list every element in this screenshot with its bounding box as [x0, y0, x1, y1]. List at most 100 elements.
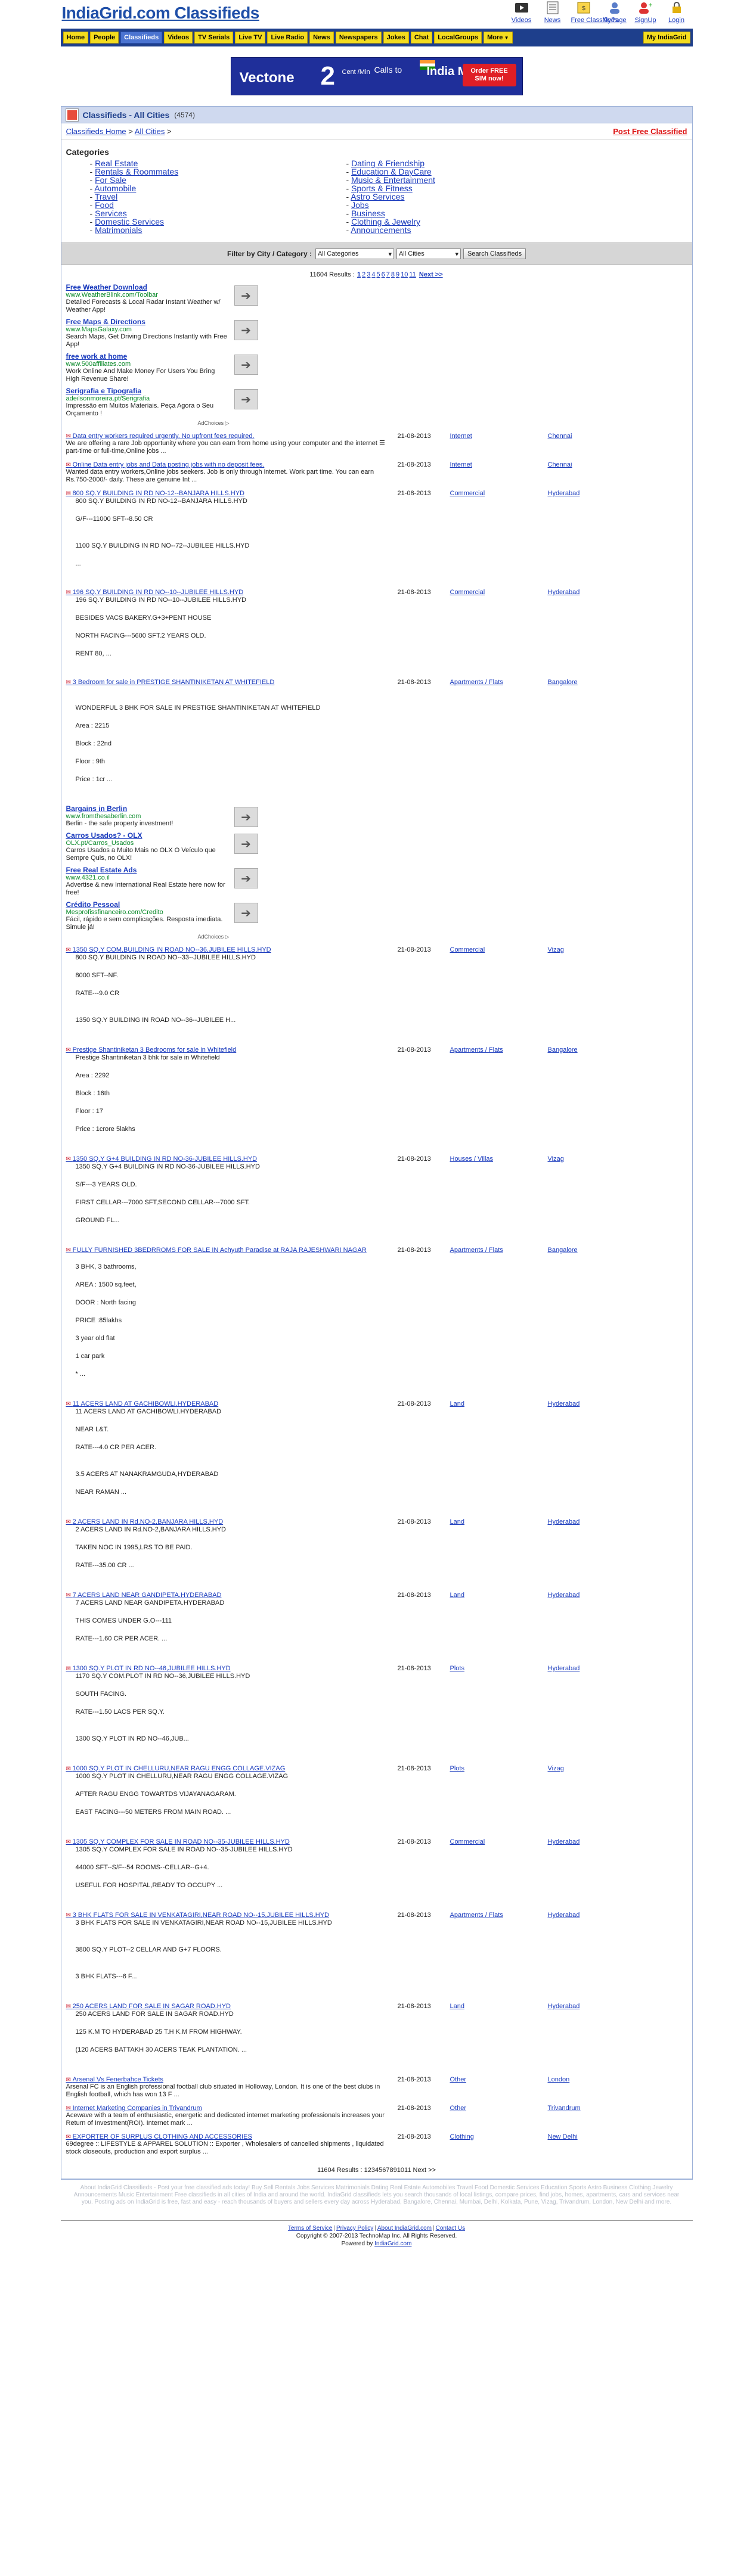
- listing-title-link[interactable]: 800 SQ.Y BUILDING IN RD NO-12--BANJARA H…: [66, 490, 245, 497]
- ad-item[interactable]: Free Weather Download www.WeatherBlink.co…: [66, 283, 258, 314]
- ad-url[interactable]: www.fromthesaberlin.com: [66, 813, 230, 820]
- toplink-mypage[interactable]: MyPage: [602, 0, 627, 24]
- ad-title[interactable]: Free Weather Download: [66, 283, 230, 291]
- arrow-right-icon[interactable]: ➔: [234, 834, 258, 854]
- page-link[interactable]: 1: [357, 271, 361, 278]
- listing-category-link[interactable]: Commercial: [450, 946, 485, 953]
- listing-title-link[interactable]: 196 SQ.Y BUILDING IN RD NO--10--JUBILEE …: [66, 589, 244, 596]
- breadcrumb-home[interactable]: Classifieds Home: [66, 127, 126, 136]
- listing-title-link[interactable]: Internet Marketing Companies in Trivandr…: [66, 2105, 202, 2112]
- page-link[interactable]: 7: [386, 271, 390, 278]
- ad-url[interactable]: www.MapsGalaxy.com: [66, 326, 230, 333]
- adchoices-label[interactable]: AdChoices ▷: [61, 934, 258, 940]
- listing-category-link[interactable]: Houses / Villas: [450, 1155, 494, 1163]
- ad-title[interactable]: Serigrafia e Tipografia: [66, 387, 230, 395]
- ad-item[interactable]: Bargains in Berlin www.fromthesaberlin.co…: [66, 804, 258, 828]
- listing-title-link[interactable]: FULLY FURNISHED 3BEDRROMS FOR SALE IN Ac…: [66, 1247, 367, 1254]
- listing-city-link[interactable]: Bangalore: [548, 1247, 578, 1254]
- page-link[interactable]: 3: [367, 271, 370, 278]
- listing-category-link[interactable]: Apartments / Flats: [450, 1912, 503, 1919]
- ad-url[interactable]: www.500affiliates.com: [66, 361, 230, 368]
- nav-item-live-tv[interactable]: Live TV: [235, 32, 266, 43]
- listing-category-link[interactable]: Other: [450, 2105, 467, 2112]
- listing-category-link[interactable]: Internet: [450, 433, 472, 440]
- listing-category-link[interactable]: Land: [450, 1592, 464, 1599]
- listing-city-link[interactable]: Bangalore: [548, 1046, 578, 1054]
- arrow-right-icon[interactable]: ➔: [234, 903, 258, 923]
- listing-title-link[interactable]: 7 ACERS LAND NEAR GANDIPETA.HYDERABAD: [66, 1592, 222, 1599]
- arrow-right-icon[interactable]: ➔: [234, 807, 258, 827]
- category-select[interactable]: All Categories: [315, 248, 394, 259]
- listing-category-link[interactable]: Apartments / Flats: [450, 1247, 503, 1254]
- nav-item-news[interactable]: News: [309, 32, 334, 43]
- ad-url[interactable]: OLX.pt/Carros_Usados: [66, 840, 230, 847]
- listing-city-link[interactable]: Trivandrum: [548, 2105, 581, 2112]
- listing-category-link[interactable]: Other: [450, 2076, 467, 2083]
- listing-title-link[interactable]: EXPORTER OF SURPLUS CLOTHING AND ACCESSO…: [66, 2133, 252, 2140]
- city-select[interactable]: All Cities: [396, 248, 461, 259]
- listing-category-link[interactable]: Plots: [450, 1765, 464, 1772]
- listing-city-link[interactable]: London: [548, 2076, 570, 2083]
- footer-link[interactable]: About IndiaGrid.com: [377, 2225, 432, 2232]
- arrow-right-icon[interactable]: ➔: [234, 320, 258, 340]
- ad-title[interactable]: Carros Usados? - OLX: [66, 831, 230, 840]
- ad-url[interactable]: www.WeatherBlink.com/Toolbar: [66, 291, 230, 299]
- listing-city-link[interactable]: Hyderabad: [548, 1518, 580, 1525]
- page-link[interactable]: 6: [382, 271, 385, 278]
- powered-by-link[interactable]: IndiaGrid.com: [374, 2241, 411, 2247]
- page-link[interactable]: 4: [371, 271, 375, 278]
- listing-city-link[interactable]: Hyderabad: [548, 1838, 580, 1845]
- next-page-link[interactable]: Next >>: [413, 2167, 436, 2174]
- listing-city-link[interactable]: Hyderabad: [548, 1400, 580, 1407]
- listing-city-link[interactable]: Chennai: [548, 461, 572, 468]
- toplink-videos[interactable]: Videos: [509, 0, 534, 24]
- ad-item[interactable]: Free Real Estate Ads www.4321.co.il Advert…: [66, 866, 258, 897]
- ad-url[interactable]: Mesprofissfinanceiro.com/Credito: [66, 909, 230, 916]
- listing-title-link[interactable]: 3 BHK FLATS FOR SALE IN VENKATAGIRI,NEAR…: [66, 1912, 330, 1919]
- page-link[interactable]: 10: [397, 2167, 404, 2174]
- ad-url[interactable]: adeilsonmoreira.pt/Serigrafia: [66, 395, 230, 402]
- next-page-link[interactable]: Next >>: [419, 271, 443, 278]
- listing-category-link[interactable]: Apartments / Flats: [450, 679, 503, 686]
- ad-title[interactable]: Free Real Estate Ads: [66, 866, 230, 874]
- search-classifieds-button[interactable]: Search Classifieds: [463, 248, 526, 259]
- listing-title-link[interactable]: 1350 SQ.Y COM.BUILDING IN ROAD NO--36,JU…: [66, 946, 271, 953]
- post-free-classified-link[interactable]: Post Free Classified: [613, 127, 687, 136]
- listing-city-link[interactable]: Vizag: [548, 946, 564, 953]
- listing-city-link[interactable]: Hyderabad: [548, 1592, 580, 1599]
- toplink-free-classifieds[interactable]: $ Free Classifieds: [571, 0, 618, 24]
- nav-item-people[interactable]: People: [90, 32, 119, 43]
- listing-title-link[interactable]: Arsenal Vs Fenerbahce Tickets: [66, 2076, 163, 2083]
- breadcrumb-all-cities[interactable]: All Cities: [135, 127, 165, 136]
- listing-category-link[interactable]: Commercial: [450, 1838, 485, 1845]
- nav-item-localgroups[interactable]: LocalGroups: [434, 32, 482, 43]
- nav-item-videos[interactable]: Videos: [164, 32, 193, 43]
- listing-category-link[interactable]: Apartments / Flats: [450, 1046, 503, 1054]
- footer-link[interactable]: Terms of Service: [288, 2225, 332, 2232]
- listing-city-link[interactable]: New Delhi: [548, 2133, 578, 2140]
- listing-city-link[interactable]: Chennai: [548, 433, 572, 440]
- ad-title[interactable]: Free Maps & Directions: [66, 318, 230, 326]
- listing-city-link[interactable]: Hyderabad: [548, 1912, 580, 1919]
- listing-title-link[interactable]: 250 ACERS LAND FOR SALE IN SAGAR ROAD.HY…: [66, 2003, 231, 2010]
- listing-title-link[interactable]: 1305 SQ.Y COMPLEX FOR SALE IN ROAD NO--3…: [66, 1838, 290, 1845]
- listing-title-link[interactable]: Prestige Shantiniketan 3 Bedrooms for sa…: [66, 1046, 237, 1054]
- toplink-news[interactable]: News: [540, 0, 565, 24]
- listing-city-link[interactable]: Hyderabad: [548, 2003, 580, 2010]
- listing-category-link[interactable]: Commercial: [450, 490, 485, 497]
- footer-link[interactable]: Privacy Policy: [336, 2225, 373, 2232]
- listing-category-link[interactable]: Land: [450, 2003, 464, 2010]
- listing-city-link[interactable]: Vizag: [548, 1155, 564, 1163]
- page-link[interactable]: 11: [409, 271, 416, 278]
- arrow-right-icon[interactable]: ➔: [234, 868, 258, 888]
- site-logo[interactable]: IndiaGrid.com Classifieds: [62, 4, 260, 23]
- listing-category-link[interactable]: Internet: [450, 461, 472, 468]
- listing-category-link[interactable]: Land: [450, 1400, 464, 1407]
- listing-city-link[interactable]: Hyderabad: [548, 490, 580, 497]
- page-link[interactable]: 8: [391, 271, 395, 278]
- listing-title-link[interactable]: Online Data entry jobs and Data posting …: [66, 461, 265, 468]
- banner-ad[interactable]: Vectone 2 Cent /Min Calls to India Mobil…: [230, 57, 523, 95]
- listing-city-link[interactable]: Hyderabad: [548, 1665, 580, 1672]
- ad-title[interactable]: Bargains in Berlin: [66, 804, 230, 813]
- listing-title-link[interactable]: Data entry workers required urgently. No…: [66, 433, 255, 440]
